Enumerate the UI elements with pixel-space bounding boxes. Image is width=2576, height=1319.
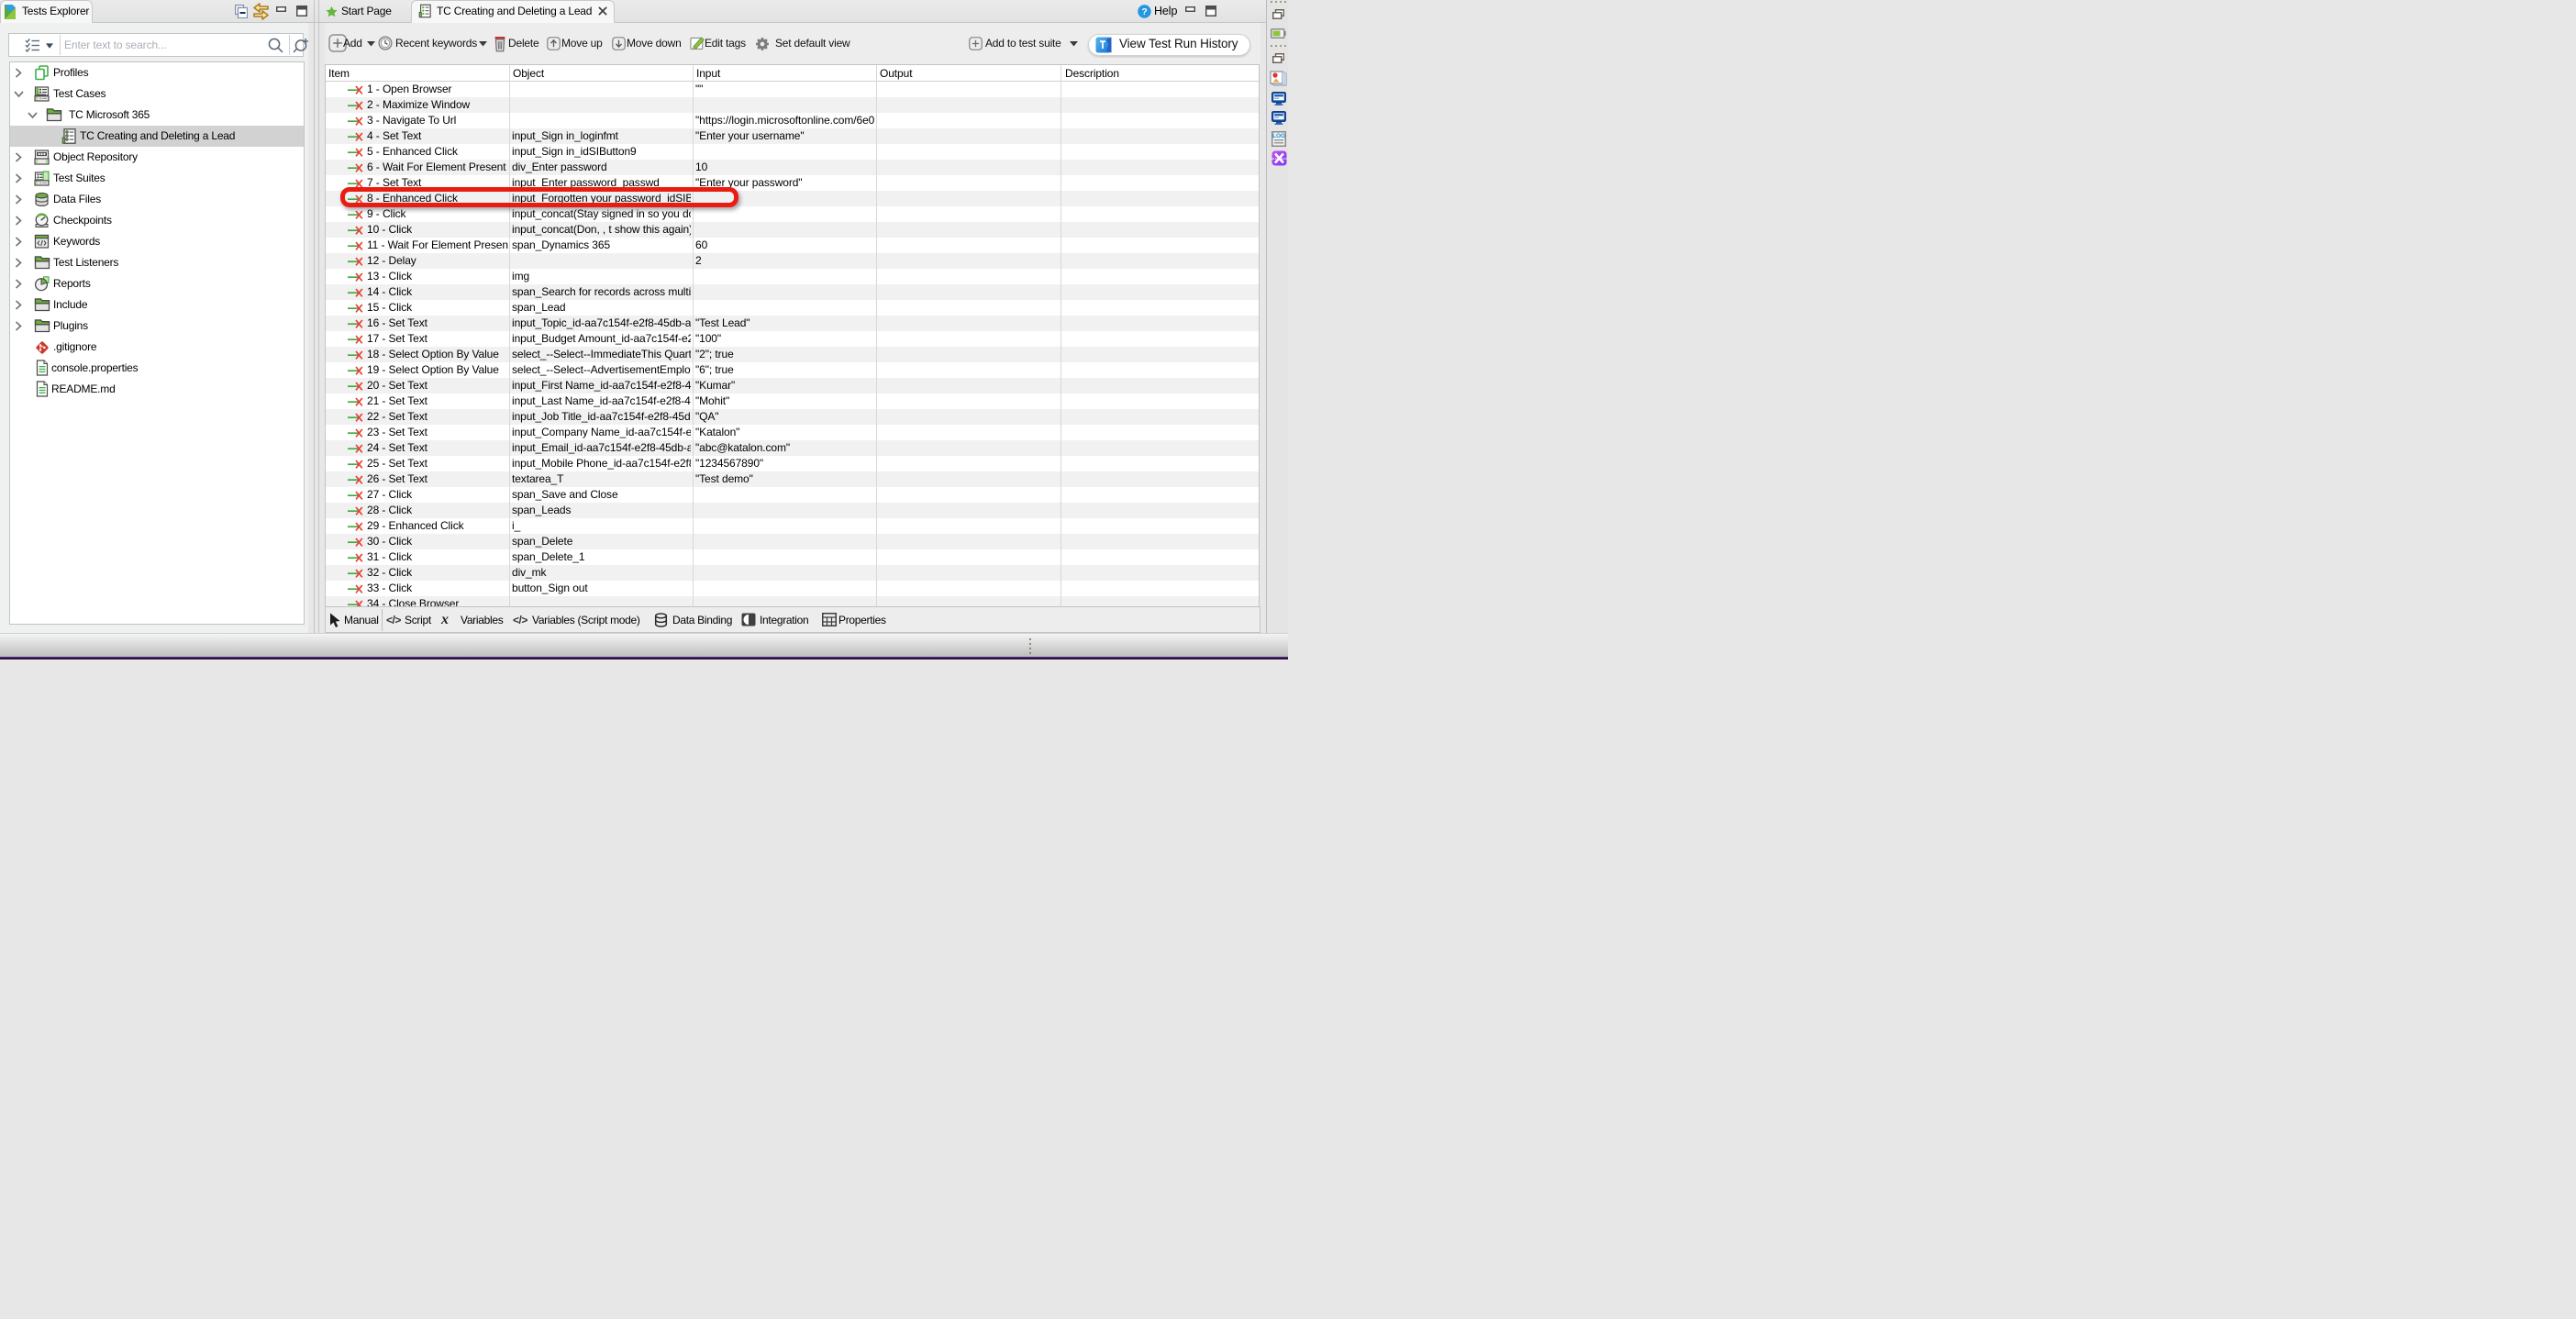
svg-text:?: ? (1141, 6, 1147, 17)
svg-text:LOG: LOG (1272, 133, 1285, 139)
svg-text:SELF-HEALING: SELF-HEALING (1271, 157, 1287, 161)
